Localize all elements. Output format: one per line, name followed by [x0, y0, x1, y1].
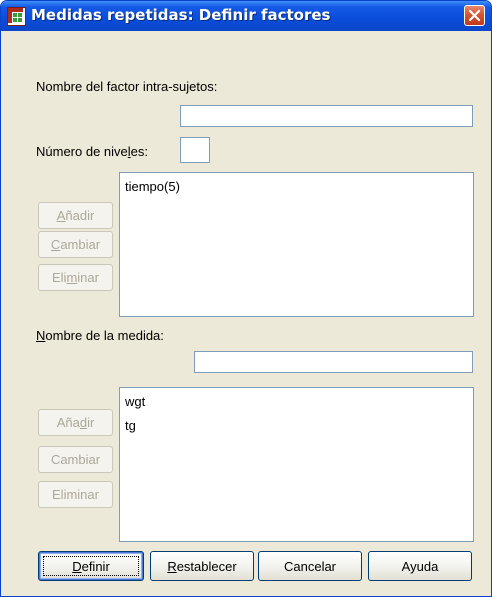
- window-title: Medidas repetidas: Definir factores: [31, 6, 331, 24]
- levels-label: Número de niveles:: [36, 144, 149, 159]
- change-measure-button[interactable]: Cambiar: [38, 446, 113, 473]
- measure-list[interactable]: wgt tg: [119, 387, 474, 542]
- levels-input[interactable]: [180, 137, 210, 163]
- spss-grid-icon: [7, 7, 26, 26]
- measure-name-input[interactable]: [194, 351, 473, 373]
- dialog-window: Medidas repetidas: Definir factores Nomb…: [0, 0, 492, 597]
- remove-measure-button[interactable]: Eliminar: [38, 481, 113, 508]
- factor-name-label: Nombre del factor intra-sujetos:: [36, 79, 218, 94]
- reset-button[interactable]: Restablecer: [150, 551, 254, 581]
- list-item[interactable]: tg: [125, 418, 136, 433]
- remove-factor-button[interactable]: Eli m inar: [38, 264, 113, 291]
- measure-name-label: Nombre de la medida:: [36, 328, 164, 343]
- add-measure-button[interactable]: Aña d ir: [38, 409, 113, 436]
- add-factor-button[interactable]: Añadir: [38, 202, 113, 229]
- close-icon: [468, 9, 481, 22]
- cancel-button[interactable]: Cancelar: [258, 551, 362, 581]
- factor-name-input[interactable]: [180, 105, 473, 127]
- help-button[interactable]: Ayuda: [368, 551, 472, 581]
- change-factor-button[interactable]: Cambiar: [38, 231, 113, 258]
- list-item[interactable]: wgt: [125, 394, 145, 409]
- close-button[interactable]: [464, 5, 485, 26]
- title-bar[interactable]: Medidas repetidas: Definir factores: [1, 1, 491, 31]
- define-button[interactable]: Definir: [38, 551, 144, 581]
- dialog-body: Nombre del factor intra-sujetos: Número …: [4, 31, 488, 593]
- factor-list[interactable]: tiempo(5): [119, 172, 474, 317]
- list-item[interactable]: tiempo(5): [125, 179, 180, 194]
